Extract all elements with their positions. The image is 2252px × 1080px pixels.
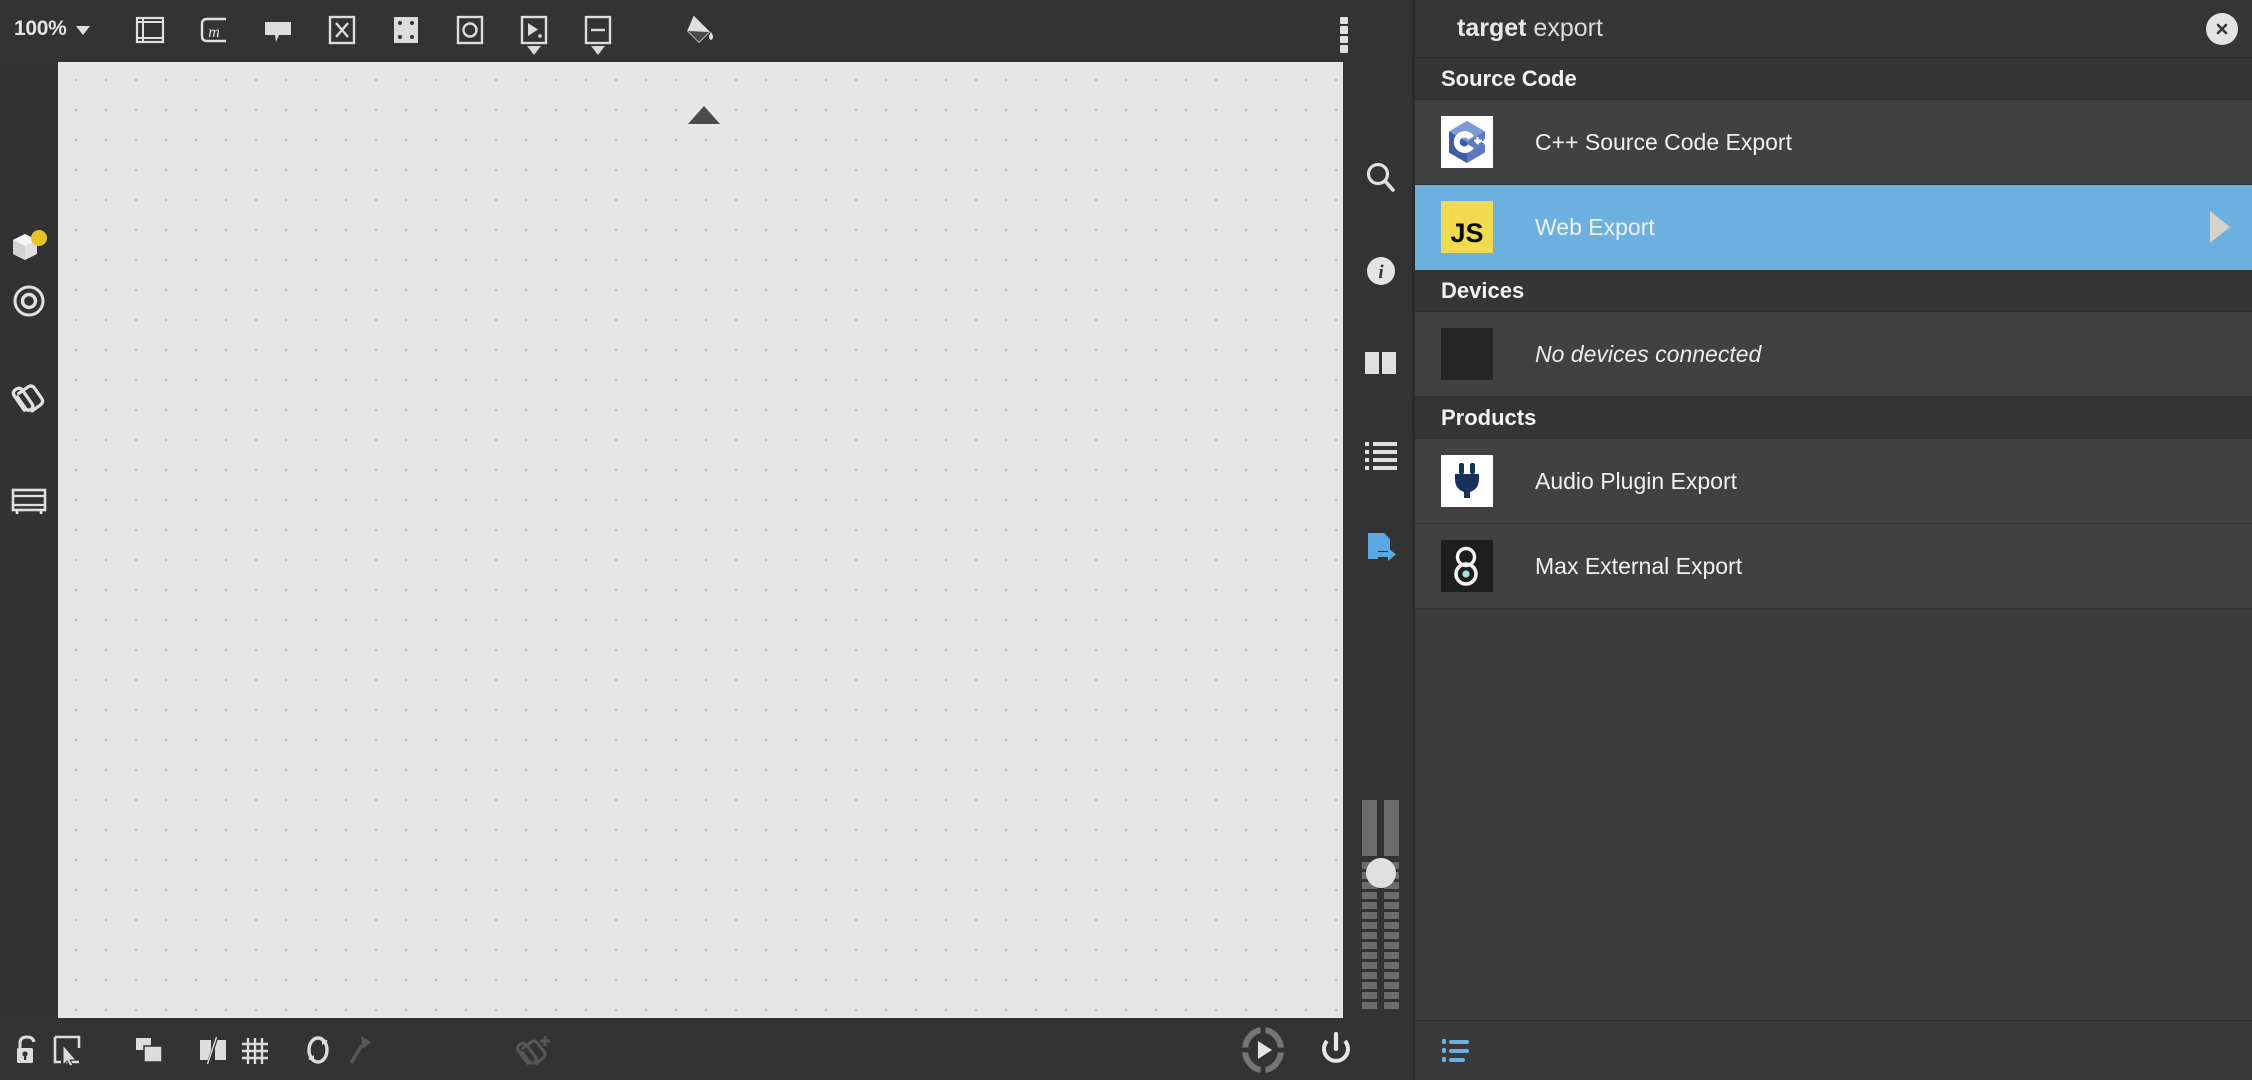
snap-icon[interactable] xyxy=(190,1027,236,1073)
paperclip-icon[interactable] xyxy=(6,373,52,419)
o-box-icon[interactable] xyxy=(450,7,490,53)
max-external-icon xyxy=(1441,540,1493,592)
pin-icon[interactable] xyxy=(336,1027,382,1073)
editor-area: 100% m xyxy=(0,0,1412,1080)
panel-header: target export xyxy=(1415,0,2252,58)
play-icon[interactable] xyxy=(1240,1027,1286,1073)
zoom-control[interactable]: 100% xyxy=(14,14,90,44)
search-icon[interactable] xyxy=(1358,155,1404,201)
play-box-icon[interactable] xyxy=(514,7,554,53)
chevron-right-icon[interactable] xyxy=(2210,211,2230,243)
bottom-toolbar xyxy=(0,1020,1412,1080)
list-item-no-devices: No devices connected xyxy=(1415,312,2252,397)
dots-panel-icon[interactable] xyxy=(386,7,426,53)
canvas-tab-nub xyxy=(688,106,720,124)
meter-m-icon[interactable]: m xyxy=(194,7,234,53)
chevron-down-icon[interactable] xyxy=(527,46,541,55)
rack-icon[interactable] xyxy=(6,478,52,524)
panel-title-bold: target xyxy=(1457,14,1526,42)
signal-scope-icon[interactable] xyxy=(130,7,170,53)
close-icon[interactable] xyxy=(2206,13,2238,45)
app-window: 100% m xyxy=(0,0,2252,1080)
js-logo-icon: JS xyxy=(1441,201,1493,253)
list-icon[interactable] xyxy=(1358,432,1404,478)
section-header-devices: Devices xyxy=(1415,270,2252,312)
list-item-label: C++ Source Code Export xyxy=(1535,129,1792,156)
panel-title-light: export xyxy=(1533,14,1602,42)
package-cube-icon[interactable] xyxy=(6,225,52,271)
panel-title: target export xyxy=(1457,14,1603,43)
svg-text:JS: JS xyxy=(1450,218,1483,248)
svg-text:m: m xyxy=(208,24,220,41)
meter-channel-left xyxy=(1362,800,1377,1010)
left-tool-rail xyxy=(0,60,58,1020)
add-attachment-icon[interactable] xyxy=(511,1027,557,1073)
list-item-audio-plugin-export[interactable]: Audio Plugin Export xyxy=(1415,439,2252,524)
slider-box-icon[interactable] xyxy=(578,7,618,53)
cpp-logo-icon xyxy=(1441,116,1493,168)
list-item-label: Web Export xyxy=(1535,214,1655,241)
list-item-cpp-export[interactable]: C++ Source Code Export xyxy=(1415,100,2252,185)
export-icon[interactable] xyxy=(1358,525,1404,571)
target-circle-icon[interactable] xyxy=(6,278,52,324)
svg-text:i: i xyxy=(1378,262,1384,283)
master-fader-knob[interactable] xyxy=(1366,858,1396,888)
list-item-label: Audio Plugin Export xyxy=(1535,468,1737,495)
level-meter[interactable] xyxy=(1362,800,1402,1010)
chevron-down-icon[interactable] xyxy=(76,26,90,35)
blank-device-icon xyxy=(1441,328,1493,380)
layers-icon[interactable] xyxy=(126,1027,172,1073)
export-panel: target export Source Code xyxy=(1412,0,2252,1080)
panel-body: Source Code xyxy=(1415,58,2252,1080)
list-item-label: No devices connected xyxy=(1535,341,1761,368)
patcher-canvas[interactable] xyxy=(58,62,1343,1018)
grid-icon[interactable] xyxy=(232,1027,278,1073)
select-pointer-icon[interactable] xyxy=(44,1027,90,1073)
section-header-source-code: Source Code xyxy=(1415,58,2252,100)
object-palette: m xyxy=(130,0,718,60)
info-icon[interactable]: i xyxy=(1358,248,1404,294)
zoom-level-label: 100% xyxy=(14,17,67,41)
meter-channel-right xyxy=(1384,800,1399,1010)
paint-bucket-icon[interactable] xyxy=(678,7,718,53)
panel-empty-space xyxy=(1415,609,2252,1080)
comment-icon[interactable] xyxy=(258,7,298,53)
power-icon[interactable] xyxy=(1313,1027,1359,1073)
split-panel-icon[interactable] xyxy=(1358,340,1404,386)
top-toolbar: 100% m xyxy=(0,0,1412,60)
chevron-down-icon[interactable] xyxy=(591,46,605,55)
panel-footer xyxy=(1415,1020,2252,1080)
list-item-web-export[interactable]: JS Web Export xyxy=(1415,185,2252,270)
loop-icon[interactable] xyxy=(295,1027,341,1073)
list-item-max-external-export[interactable]: Max External Export xyxy=(1415,524,2252,609)
list-item-label: Max External Export xyxy=(1535,553,1742,580)
x-box-icon[interactable] xyxy=(322,7,362,53)
section-header-products: Products xyxy=(1415,397,2252,439)
audio-plugin-icon xyxy=(1441,455,1493,507)
list-view-icon[interactable] xyxy=(1441,1036,1477,1066)
